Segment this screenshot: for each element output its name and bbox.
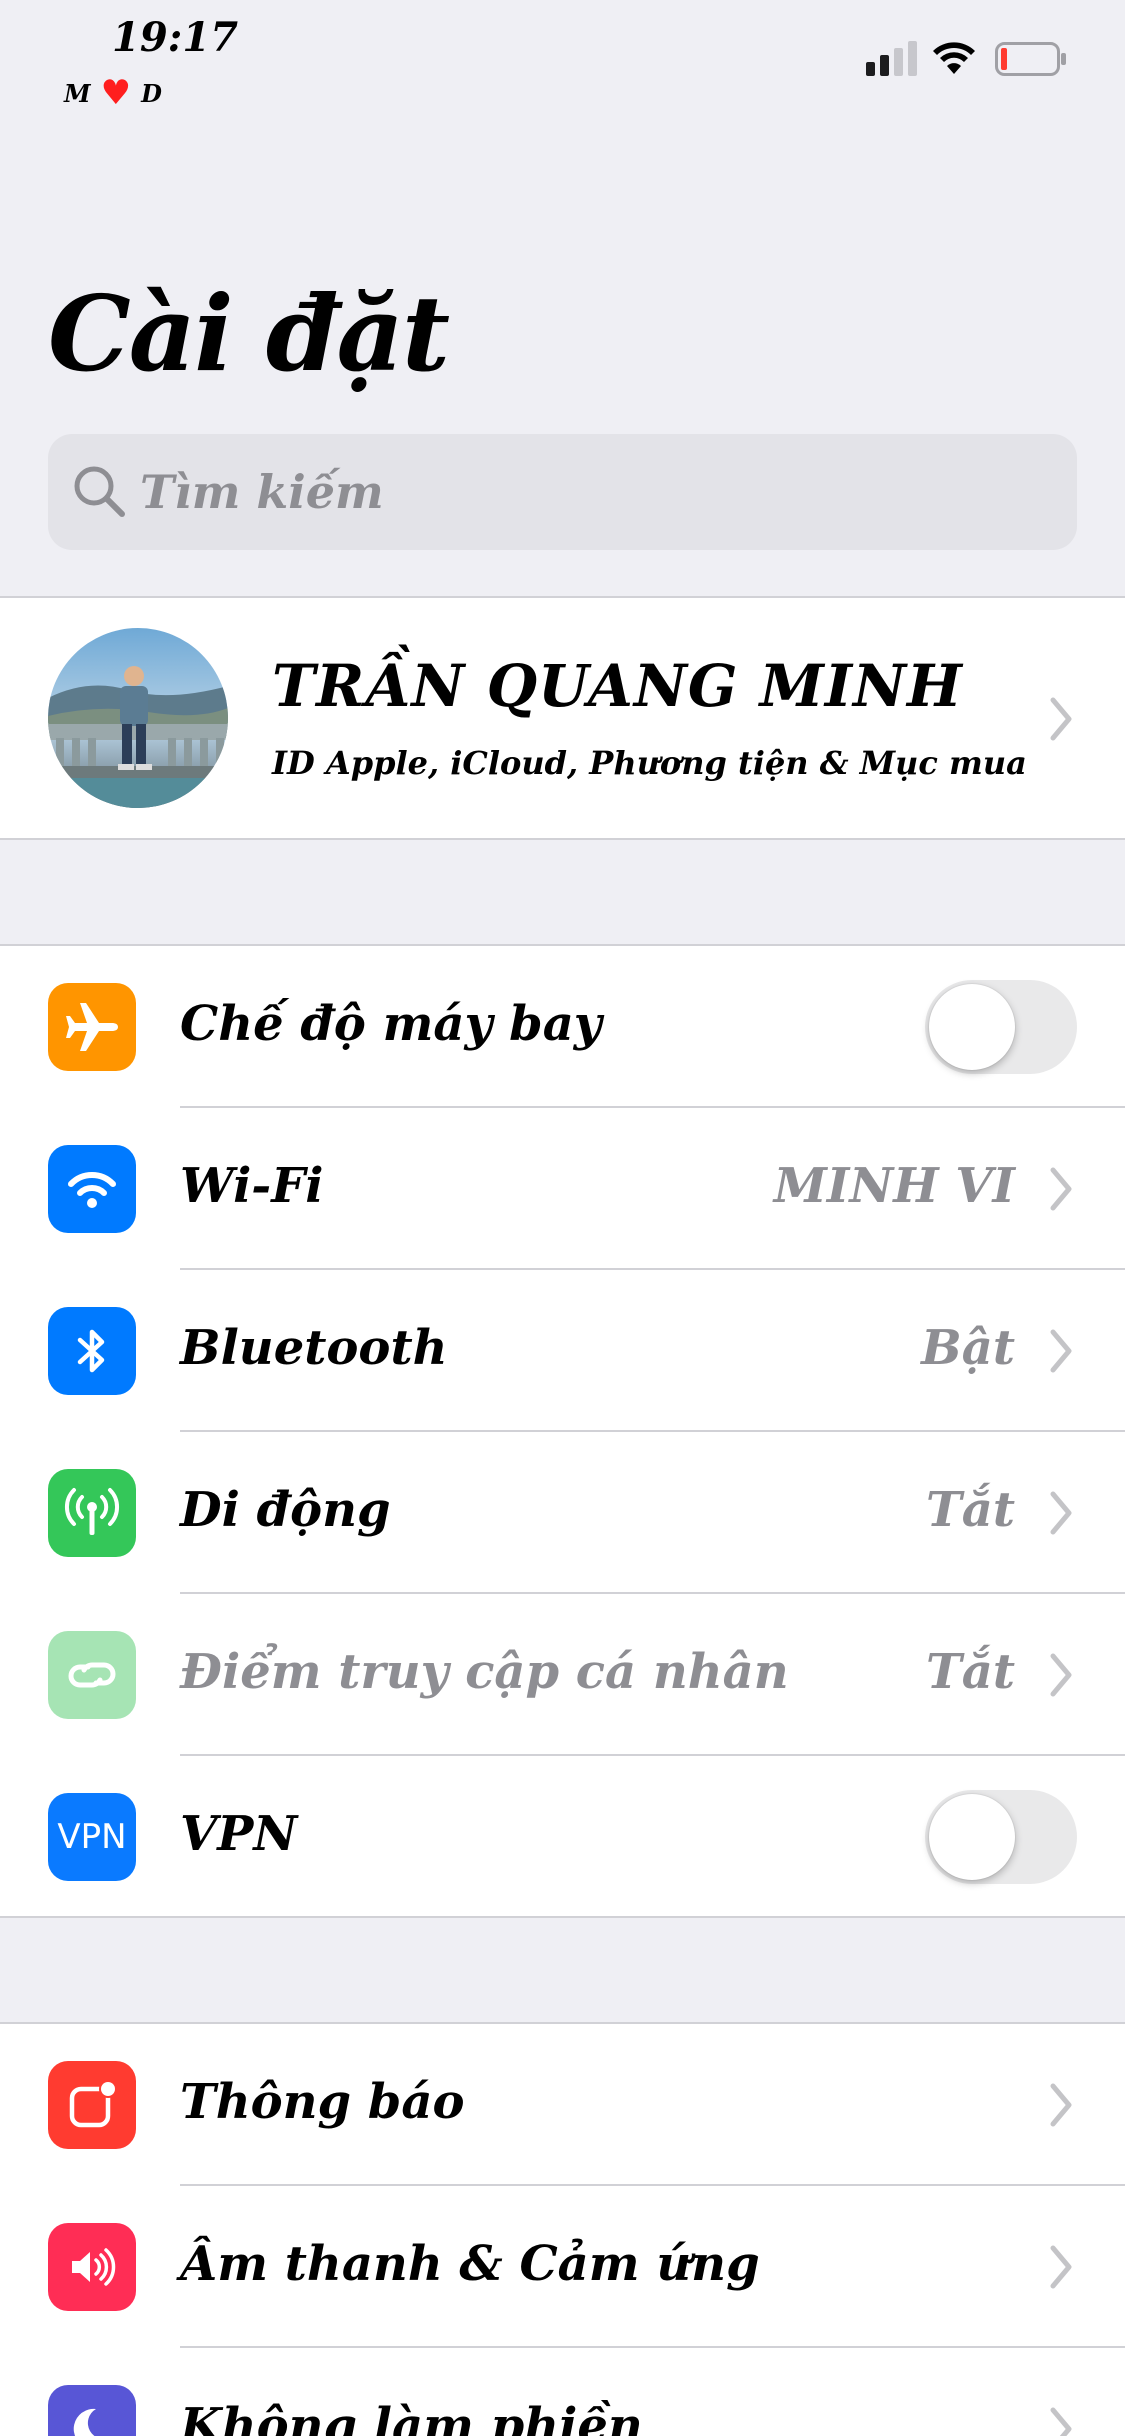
chevron-right-icon [1050,2245,1072,2289]
chevron-right-icon [1050,2407,1072,2436]
notifications-group: Thông báo Âm thanh & Cảm ứng Không làm p… [0,2022,1125,2436]
vpn-icon-text: VPN [57,1817,127,1857]
row-label: Điểm truy cập cá nhân [180,1644,789,1700]
row-notifications[interactable]: Thông báo [0,2024,1125,2186]
row-label: Bluetooth [180,1320,448,1376]
apple-id-row[interactable]: TRẦN QUANG MINH ID Apple, iCloud, Phương… [0,596,1125,840]
chevron-right-icon [1050,1653,1072,1697]
row-label: Di động [180,1482,391,1538]
wifi-icon [48,1145,136,1233]
page-title: Cài đặt [48,272,450,395]
chevron-right-icon [1050,1491,1072,1535]
toggle-knob [929,984,1015,1070]
moon-icon [48,2385,136,2436]
row-value: Tắt [926,1644,1015,1700]
row-label: Thông báo [180,2074,465,2130]
cellular-icon [48,1469,136,1557]
row-do-not-disturb[interactable]: Không làm phiền [0,2348,1125,2436]
chevron-right-icon [1050,697,1072,741]
vpn-toggle[interactable] [925,1790,1077,1884]
row-label: Chế độ máy bay [180,996,602,1052]
chevron-right-icon [1050,2083,1072,2127]
profile-subtitle: ID Apple, iCloud, Phương tiện & Mục mua [272,744,1027,782]
search-input[interactable] [140,434,1040,550]
row-airplane-mode[interactable]: Chế độ máy bay [0,946,1125,1108]
airplane-icon [48,983,136,1071]
status-time: 19:17 [112,14,239,61]
bluetooth-icon [48,1307,136,1395]
row-bluetooth[interactable]: Bluetooth Bật [0,1270,1125,1432]
row-value: Bật [921,1320,1015,1376]
vpn-icon: VPN [48,1793,136,1881]
row-wifi[interactable]: Wi-Fi MINH VI [0,1108,1125,1270]
sound-icon [48,2223,136,2311]
airplane-mode-toggle[interactable] [925,980,1077,1074]
heart-icon: ♥ [100,73,132,113]
status-badge-left: M [64,78,91,108]
row-label: Không làm phiền [180,2398,643,2436]
chevron-right-icon [1050,1329,1072,1373]
avatar [48,628,228,808]
row-value: Tắt [926,1482,1015,1538]
status-badge: M ♥ D [64,76,162,110]
row-value: MINH VI [773,1158,1015,1214]
search-bar[interactable] [48,434,1077,550]
row-personal-hotspot[interactable]: Điểm truy cập cá nhân Tắt [0,1594,1125,1756]
row-label: Âm thanh & Cảm ứng [180,2236,760,2292]
row-label: Wi-Fi [180,1158,324,1214]
toggle-knob [929,1794,1015,1880]
row-vpn[interactable]: VPN VPN [0,1756,1125,1918]
status-badge-right: D [141,78,162,108]
chevron-right-icon [1050,1167,1072,1211]
row-sounds-haptics[interactable]: Âm thanh & Cảm ứng [0,2186,1125,2348]
row-label: VPN [180,1806,298,1862]
wifi-status-icon [933,42,975,74]
signal-icon [866,41,917,76]
battery-icon [995,42,1066,76]
search-icon [74,466,125,517]
status-bar: 19:17 M ♥ D [0,0,1125,120]
notifications-icon [48,2061,136,2149]
connectivity-group: Chế độ máy bay Wi-Fi MINH VI Bluetooth B… [0,944,1125,1918]
hotspot-icon [48,1631,136,1719]
profile-name: TRẦN QUANG MINH [272,652,963,720]
row-cellular[interactable]: Di động Tắt [0,1432,1125,1594]
